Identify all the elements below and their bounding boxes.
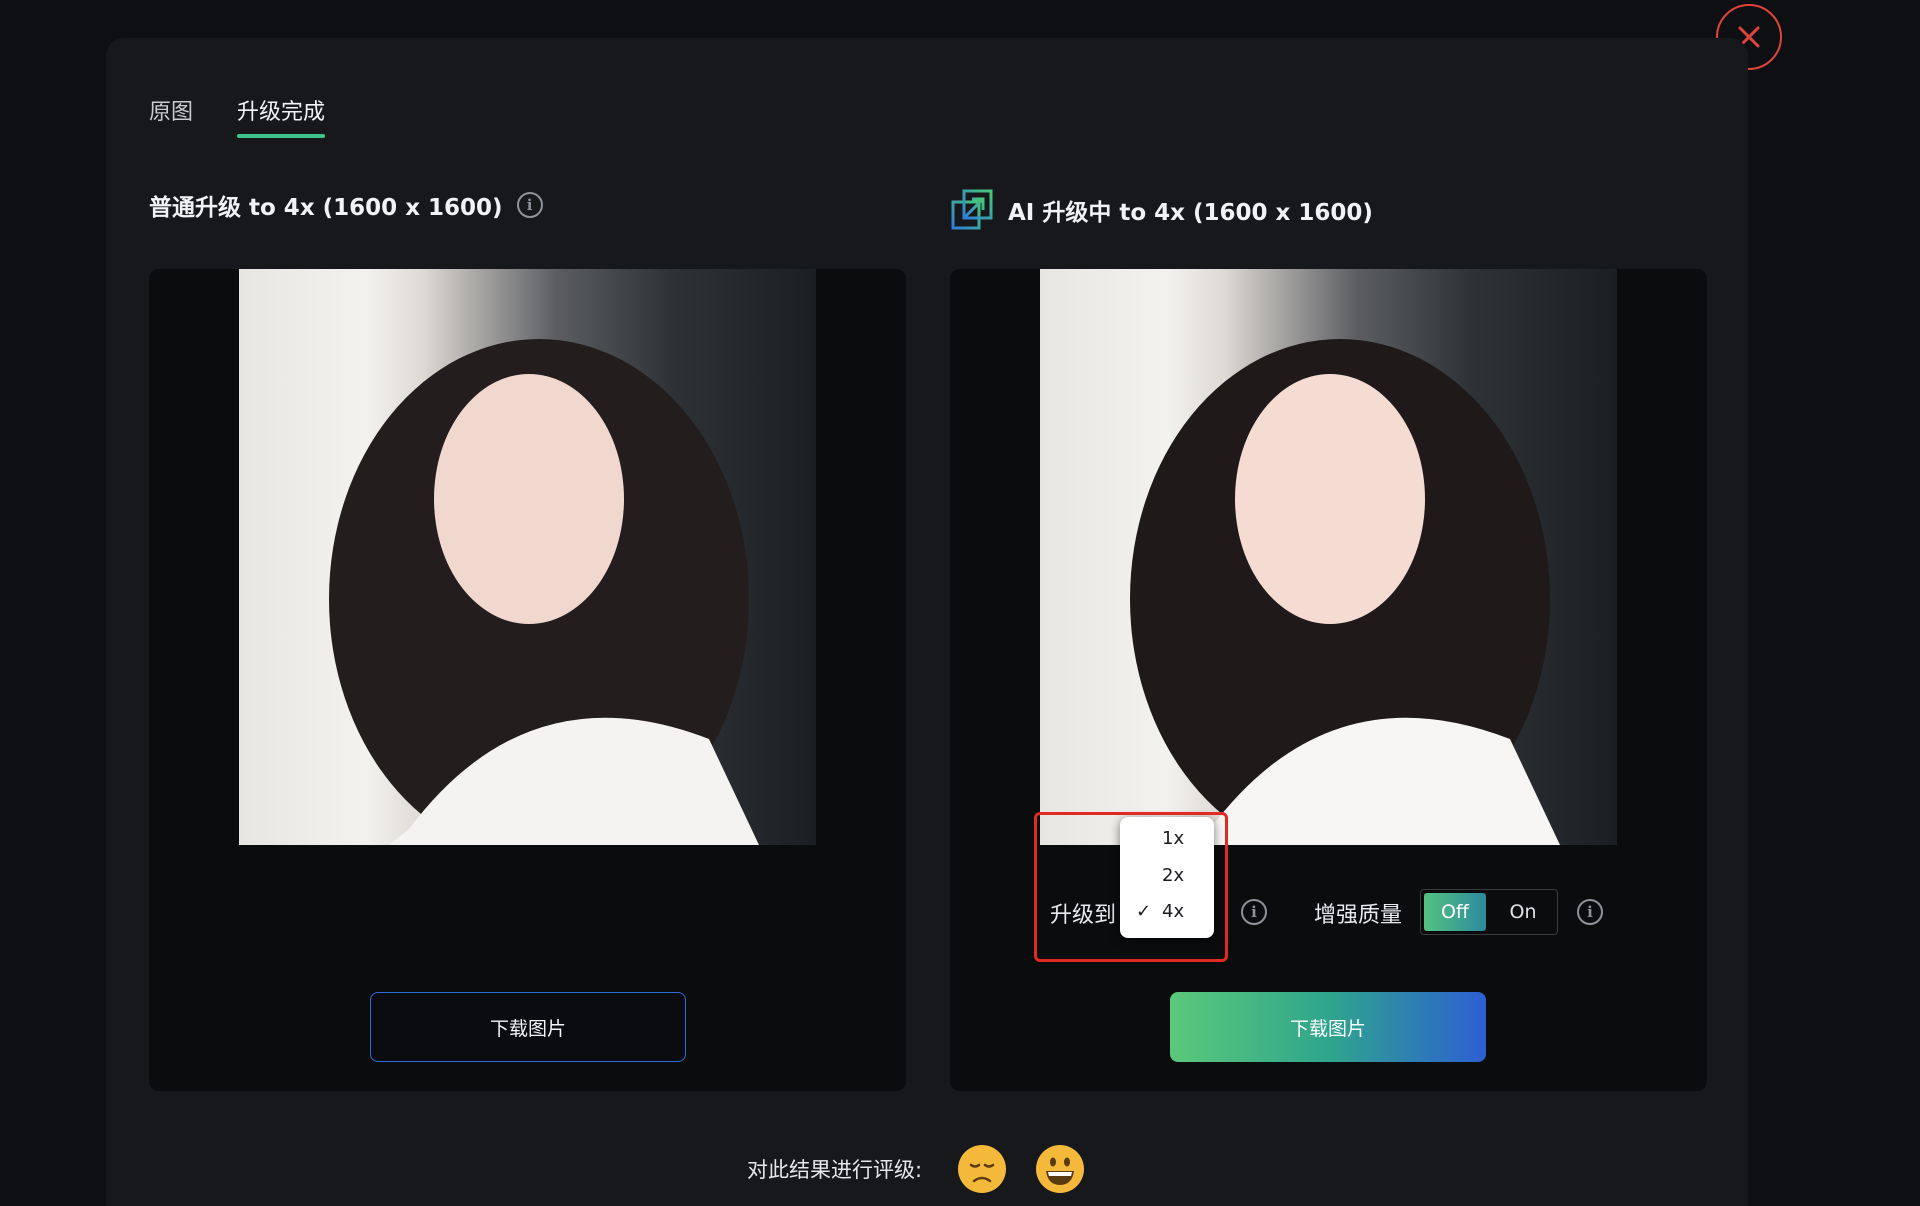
scale-option-2x[interactable]: 2x	[1120, 861, 1214, 891]
normal-upscale-title: 普通升级 to 4x (1600 x 1600) i	[149, 188, 543, 222]
tab-upscaled[interactable]: 升级完成	[237, 94, 326, 138]
scale-option-1x[interactable]: 1x	[1120, 824, 1214, 854]
tab-original[interactable]: 原图	[149, 94, 193, 136]
enhance-quality-label: 增强质量	[1314, 903, 1403, 928]
scale-dropdown[interactable]: 1x 2x ✓ 4x	[1120, 817, 1214, 938]
info-icon[interactable]: i	[1577, 899, 1603, 925]
result-tabs: 原图 升级完成	[149, 94, 326, 138]
download-normal-button[interactable]: 下载图片	[370, 992, 686, 1062]
enhance-on-option[interactable]: On	[1489, 890, 1557, 934]
info-icon[interactable]: i	[1241, 899, 1267, 925]
download-ai-button[interactable]: 下载图片	[1170, 992, 1486, 1062]
ai-result-panel	[950, 269, 1707, 1091]
rating-bar: 对此结果进行评级:	[747, 1143, 1086, 1195]
ai-upscale-title: AI 升级中 to 4x (1600 x 1600)	[950, 188, 1373, 232]
normal-upscaled-image	[239, 269, 816, 845]
normal-upscale-title-text: 普通升级 to 4x (1600 x 1600)	[149, 195, 503, 221]
rating-label: 对此结果进行评级:	[747, 1158, 923, 1182]
ai-upscaled-image	[1040, 269, 1617, 845]
sad-face-icon[interactable]	[956, 1143, 1008, 1195]
scale-option-4x[interactable]: ✓ 4x	[1120, 897, 1214, 927]
check-icon: ✓	[1136, 901, 1152, 922]
enhance-off-option[interactable]: Off	[1424, 893, 1486, 931]
normal-result-panel: 下载图片	[149, 269, 906, 1091]
ai-upscale-title-text: AI 升级中 to 4x (1600 x 1600)	[1008, 200, 1373, 226]
happy-face-icon[interactable]	[1034, 1143, 1086, 1195]
upscale-icon	[951, 189, 993, 230]
info-icon[interactable]: i	[516, 192, 543, 218]
enhance-quality-toggle[interactable]: Off On	[1420, 889, 1558, 935]
scale-label: 升级到	[1050, 903, 1117, 928]
